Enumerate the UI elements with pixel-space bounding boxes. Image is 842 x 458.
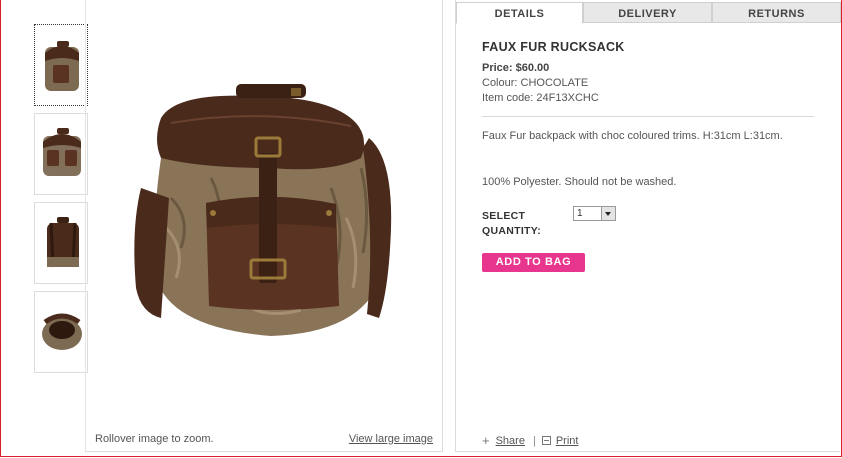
thumbnail-front-closeup[interactable] (34, 113, 88, 195)
product-image-panel: Rollover image to zoom. View large image (85, 0, 443, 452)
share-link[interactable]: Share (496, 435, 525, 447)
thumbnail-front-view[interactable] (34, 24, 88, 106)
product-description: Faux Fur backpack with choc coloured tri… (482, 130, 783, 142)
quantity-value: 1 (577, 208, 583, 219)
product-colour: Colour: CHOCOLATE (482, 77, 589, 89)
divider (482, 116, 814, 117)
print-icon (541, 436, 551, 445)
thumbnail-top-view[interactable] (34, 291, 88, 373)
print-link[interactable]: Print (556, 435, 579, 447)
plus-icon: + (482, 433, 490, 448)
product-care: 100% Polyester. Should not be washed. (482, 176, 677, 188)
quantity-label: SELECT QUANTITY: (482, 210, 542, 237)
product-item-code: Item code: 24F13XCHC (482, 92, 599, 104)
product-main-image[interactable] (131, 78, 401, 343)
product-title: FAUX FUR RUCKSACK (482, 40, 625, 54)
product-details-panel: DETAILS DELIVERY RETURNS FAUX FUR RUCKSA… (455, 0, 841, 452)
tab-returns[interactable]: RETURNS (712, 2, 841, 23)
tab-bar: DETAILS DELIVERY RETURNS (456, 2, 841, 24)
add-to-bag-button[interactable]: ADD TO BAG (482, 253, 585, 272)
tab-delivery[interactable]: DELIVERY (583, 2, 712, 23)
separator: | (532, 435, 536, 447)
zoom-hint: Rollover image to zoom. (95, 433, 214, 445)
share-print-row: + Share | Print (482, 433, 578, 448)
thumbnail-back-view[interactable] (34, 202, 88, 284)
product-price: Price: $60.00 (482, 62, 550, 74)
view-large-image-link[interactable]: View large image (349, 433, 433, 445)
dropdown-arrow-icon[interactable] (601, 207, 615, 220)
quantity-select[interactable]: 1 (573, 206, 616, 221)
tab-details[interactable]: DETAILS (456, 2, 583, 24)
